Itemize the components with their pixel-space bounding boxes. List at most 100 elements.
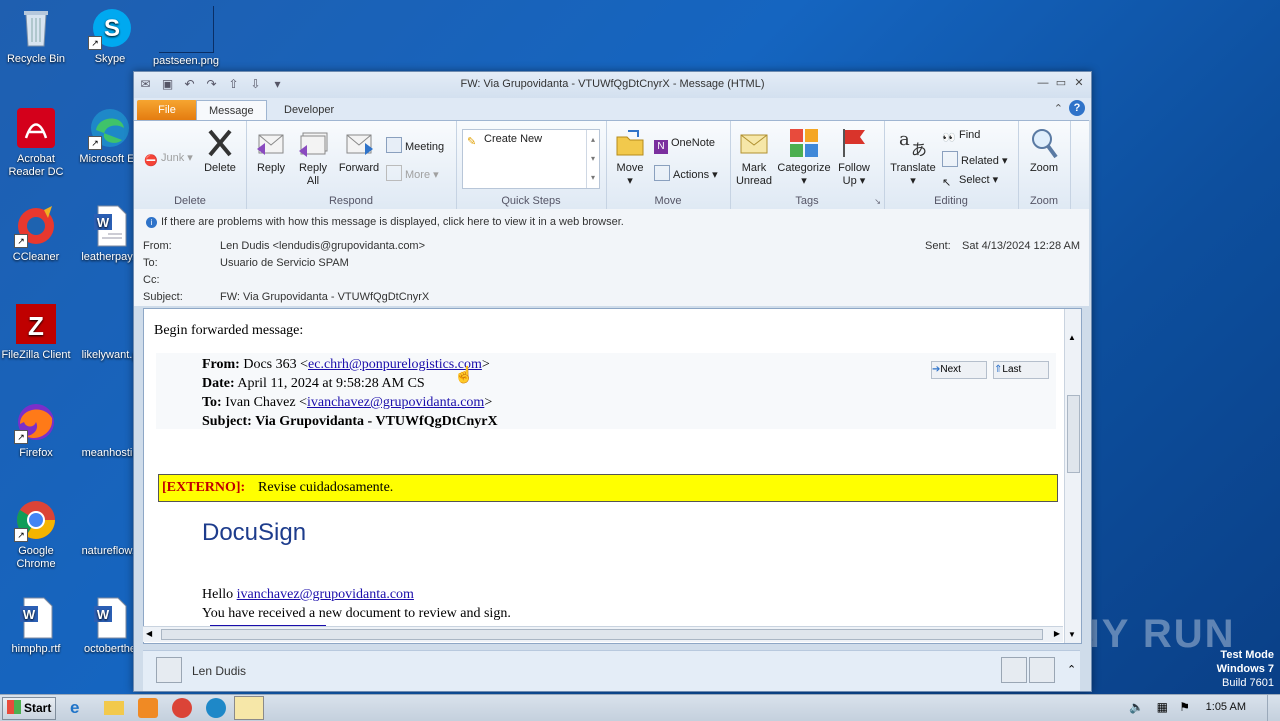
- next-button[interactable]: ➔Next: [931, 361, 987, 379]
- to-value[interactable]: Usuario de Servicio SPAM: [220, 257, 349, 269]
- tray-volume-icon[interactable]: 🔈: [1129, 700, 1144, 714]
- tab-developer[interactable]: Developer: [272, 100, 346, 120]
- close-icon[interactable]: ✕: [1071, 76, 1087, 90]
- desktop-icon-ccleaner[interactable]: ↗ CCleaner: [0, 204, 72, 264]
- hscroll-thumb[interactable]: [161, 629, 1043, 640]
- tray-network-icon[interactable]: ▦: [1157, 700, 1168, 714]
- avatar[interactable]: [156, 657, 182, 683]
- start-button[interactable]: Start: [2, 697, 56, 720]
- hello-email-link[interactable]: ivanchavez@grupovidanta.com: [237, 587, 414, 602]
- tab-message[interactable]: Message: [196, 100, 267, 120]
- explorer-taskbar-icon[interactable]: [104, 701, 124, 715]
- actions-button[interactable]: Actions ▾: [654, 165, 718, 181]
- avatar[interactable]: [1001, 657, 1027, 683]
- tags-group: Mark Unread Categorize ▾ Follow Up ▾ ↘ Ta…: [730, 121, 885, 209]
- scroll-thumb[interactable]: [1067, 395, 1080, 473]
- binoculars-icon: 👀: [942, 132, 956, 144]
- desktop-icon-filezilla[interactable]: Z FileZilla Client: [0, 302, 72, 362]
- desktop-icon-recycle-bin[interactable]: Recycle Bin: [0, 6, 72, 66]
- scroll-right-icon[interactable]: ▶: [1054, 629, 1060, 638]
- outlook-message-window: ✉ ▣ ↶ ↷ ⇧ ⇩ ▾ FW: Via Grupovidanta - VTU…: [133, 71, 1092, 692]
- desktop-icon-skype[interactable]: S ↗ Skype: [74, 6, 146, 66]
- more-icon: [386, 165, 402, 181]
- quick-steps-gallery[interactable]: ✎ Create New ▴ ▾ ▾: [462, 129, 600, 189]
- quick-steps-group: ✎ Create New ▴ ▾ ▾ Quick Steps: [456, 121, 607, 209]
- select-button[interactable]: ↖ Select ▾: [942, 173, 998, 190]
- desktop-icon-chrome[interactable]: ↗ Google Chrome: [0, 498, 72, 571]
- svg-text:a: a: [899, 129, 910, 150]
- scroll-up-icon[interactable]: ▲: [1068, 333, 1076, 342]
- onenote-button[interactable]: N OneNote: [654, 137, 715, 154]
- categorize-button[interactable]: Categorize ▾: [776, 127, 832, 188]
- filezilla-icon: Z: [14, 302, 58, 346]
- taskbar-clock[interactable]: 1:05 AM: [1206, 701, 1246, 713]
- test-mode-text: Test Mode Windows 7 Build 7601: [1217, 648, 1274, 690]
- svg-text:S: S: [104, 15, 120, 42]
- group-label: Move: [654, 195, 682, 207]
- desktop-icon-firefox[interactable]: ↗ Firefox: [0, 400, 72, 460]
- info-bar-text: If there are problems with how this mess…: [161, 216, 624, 228]
- collapse-people-pane-icon[interactable]: ⌃: [1067, 663, 1076, 676]
- mark-unread-button[interactable]: Mark Unread: [732, 127, 776, 188]
- reply-button[interactable]: Reply: [254, 127, 288, 175]
- related-icon: [942, 151, 958, 167]
- help-icon[interactable]: ?: [1069, 100, 1085, 116]
- people-pane-name[interactable]: Len Dudis: [192, 664, 246, 678]
- desktop-icon-label: pastseen.png: [152, 55, 220, 67]
- gallery-scroll[interactable]: ▴ ▾ ▾: [586, 130, 599, 188]
- avatar[interactable]: [1029, 657, 1055, 683]
- window-title: FW: Via Grupovidanta - VTUWfQgDtCnyrX - …: [460, 78, 765, 90]
- group-label: Zoom: [1029, 195, 1059, 207]
- horizontal-scrollbar[interactable]: ◀ ▶: [143, 626, 1063, 642]
- scroll-left-icon[interactable]: ◀: [146, 629, 152, 638]
- more-button[interactable]: More ▾: [386, 165, 439, 181]
- message-body[interactable]: Begin forwarded message: From: Docs 363 …: [143, 308, 1082, 644]
- delete-button[interactable]: Delete: [200, 127, 240, 175]
- reply-label: Reply: [256, 162, 286, 174]
- related-button[interactable]: Related ▾: [942, 151, 1008, 167]
- select-cursor-icon: ↖: [942, 177, 952, 189]
- chrome-taskbar-icon[interactable]: [172, 698, 192, 718]
- forward-button[interactable]: Forward: [336, 127, 382, 175]
- move-button[interactable]: Move ▾: [612, 127, 648, 188]
- from-value[interactable]: Len Dudis <lendudis@grupovidanta.com>: [220, 240, 425, 252]
- reply-all-button[interactable]: Reply All: [296, 127, 330, 188]
- tab-file[interactable]: File: [137, 100, 197, 120]
- follow-up-label-line2: Up: [842, 175, 857, 187]
- junk-button[interactable]: ⛔ Junk ▾: [144, 151, 193, 168]
- file-icon: [88, 302, 132, 346]
- respond-group: Reply Reply All Forward Meeting More ▾ R…: [246, 121, 457, 209]
- desktop-icon-himphp[interactable]: W himphp.rtf: [0, 596, 72, 656]
- externo-tag: [EXTERNO]:: [162, 480, 246, 495]
- fwd-to-email-link[interactable]: ivanchavez@grupovidanta.com: [307, 395, 484, 410]
- desktop-icon-pastseen[interactable]: pastseen.png: [150, 6, 222, 68]
- info-icon: i: [146, 217, 157, 228]
- desktop-icon-acrobat[interactable]: Acrobat Reader DC: [0, 106, 72, 179]
- maximize-icon[interactable]: ▭: [1053, 76, 1069, 90]
- minimize-icon[interactable]: —: [1035, 76, 1051, 90]
- desktop-icon-label: himphp.rtf: [11, 643, 61, 655]
- last-button[interactable]: ⇑Last: [993, 361, 1049, 379]
- ie-taskbar-icon[interactable]: e: [70, 698, 90, 718]
- tray-flag-icon[interactable]: ⚑: [1179, 700, 1190, 714]
- last-label: Last: [1002, 364, 1022, 375]
- info-bar[interactable]: i If there are problems with how this mes…: [146, 216, 624, 228]
- edge-taskbar-icon[interactable]: [206, 698, 226, 718]
- word-document-icon: W: [88, 204, 132, 248]
- vertical-scrollbar[interactable]: ▲ ▼: [1064, 309, 1081, 643]
- follow-up-button[interactable]: Follow Up ▾: [834, 127, 874, 188]
- outlook-taskbar-icon[interactable]: [234, 696, 264, 720]
- meeting-button[interactable]: Meeting: [386, 137, 444, 153]
- zoom-button[interactable]: Zoom: [1024, 127, 1064, 175]
- windows-logo-icon: [7, 700, 21, 714]
- find-button[interactable]: 👀 Find: [942, 129, 980, 145]
- translate-button[interactable]: aあ Translate ▾: [888, 127, 938, 188]
- edge-icon: ↗: [88, 106, 132, 150]
- scroll-down-icon[interactable]: ▼: [1068, 630, 1076, 639]
- show-desktop-button[interactable]: [1267, 695, 1280, 721]
- translate-label: Translate: [890, 162, 936, 174]
- media-player-taskbar-icon[interactable]: [138, 698, 158, 718]
- create-new-quick-step[interactable]: ✎ Create New: [467, 133, 542, 149]
- minimize-ribbon-icon[interactable]: ⌃: [1054, 102, 1063, 115]
- sent-label: Sent:: [925, 240, 951, 252]
